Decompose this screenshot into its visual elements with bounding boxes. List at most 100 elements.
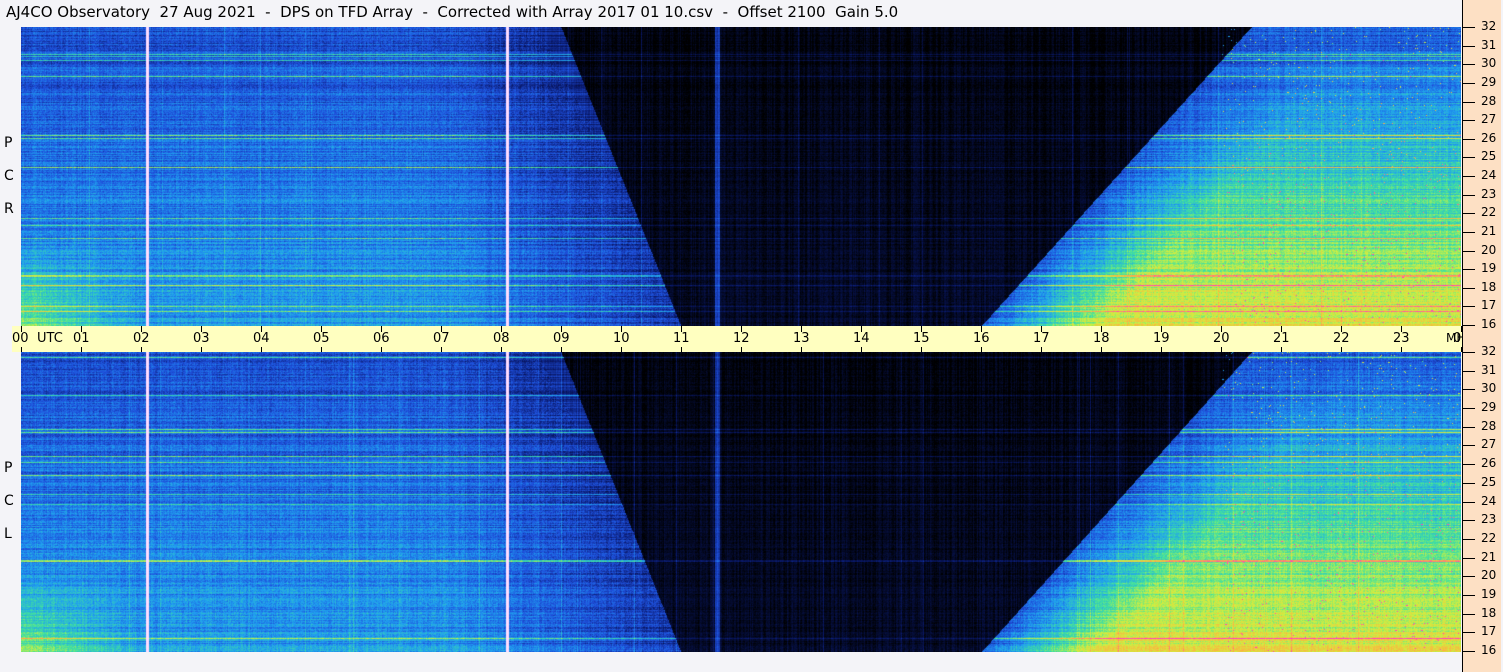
x-tick-mark <box>861 347 862 352</box>
y-tick-mark <box>1463 370 1475 372</box>
x-tick-mark <box>1221 347 1222 352</box>
y-tick-label: 28 <box>1481 93 1497 108</box>
y-tick-label: 27 <box>1481 112 1497 127</box>
y-tick-mark <box>1463 632 1475 634</box>
x-tick-mark <box>801 347 802 352</box>
y-tick-label: 26 <box>1481 130 1497 145</box>
y-tick-label: 26 <box>1481 456 1497 471</box>
y-tick-label: 25 <box>1481 474 1497 489</box>
y-tick-mark <box>1463 576 1475 578</box>
y-tick-label: 30 <box>1481 56 1497 71</box>
chart-title: AJ4CO Observatory 27 Aug 2021 - DPS on T… <box>6 3 899 21</box>
y-tick-mark <box>1463 120 1475 122</box>
y-tick-mark <box>1463 157 1475 159</box>
x-tick-label: 13 <box>793 331 810 346</box>
y-tick-mark <box>1463 176 1475 177</box>
x-tick-mark <box>441 347 442 352</box>
x-tick-label: 08 <box>493 331 510 346</box>
y-tick-label: 30 <box>1481 381 1497 396</box>
x-tick-mark <box>501 347 502 352</box>
y-tick-mark <box>1463 325 1475 326</box>
y-tick-label: 22 <box>1481 530 1497 545</box>
y-tick-mark <box>1463 250 1475 252</box>
y-tick-mark <box>1463 138 1475 140</box>
x-tick-mark <box>981 347 982 352</box>
y-tick-mark <box>1463 352 1475 353</box>
x-tick-mark <box>1401 347 1402 352</box>
y-tick-mark <box>1463 27 1475 28</box>
rcp-spectrogram <box>21 27 1461 326</box>
x-tick-label: 16 <box>973 331 990 346</box>
x-tick-label: 15 <box>913 331 930 346</box>
x-tick-mark <box>21 347 22 352</box>
rcp-heatmap <box>21 27 1461 326</box>
x-tick-mark <box>321 347 322 352</box>
lcp-label-3: L <box>4 526 12 542</box>
y-tick-label: 20 <box>1481 568 1497 583</box>
y-tick-label: 21 <box>1481 223 1497 238</box>
x-tick-label: 09 <box>553 331 570 346</box>
x-tick-label: 18 <box>1093 331 1110 346</box>
y-tick-mark <box>1463 64 1475 66</box>
y-tick-label: 27 <box>1481 437 1497 452</box>
y-tick-label: 22 <box>1481 205 1497 220</box>
x-tick-mark <box>561 347 562 352</box>
y-tick-mark <box>1463 501 1475 503</box>
y-tick-label: 24 <box>1481 168 1497 182</box>
y-tick-mark <box>1463 82 1475 84</box>
y-tick-label: 23 <box>1481 186 1497 201</box>
x-tick-mark <box>921 347 922 352</box>
y-tick-label: 17 <box>1481 624 1497 639</box>
lcp-label-2: C <box>4 493 14 509</box>
x-tick-mark <box>1341 347 1342 352</box>
y-tick-label: 32 <box>1481 19 1497 33</box>
y-tick-label: 31 <box>1481 37 1497 52</box>
y-tick-mark <box>1463 213 1475 215</box>
x-tick-label: 12 <box>733 331 750 346</box>
rcp-label-2: C <box>4 168 14 184</box>
y-tick-label: 19 <box>1481 261 1497 276</box>
y-tick-mark <box>1463 464 1475 466</box>
x-tick-mark <box>261 347 262 352</box>
x-tick-mark <box>1281 347 1282 352</box>
y-tick-mark <box>1463 557 1475 559</box>
y-tick-mark <box>1463 426 1475 428</box>
y-tick-label: 17 <box>1481 298 1497 313</box>
x-tick-label: 01 <box>73 331 90 346</box>
y-tick-label: 24 <box>1481 493 1497 508</box>
x-tick-label: 22 <box>1333 331 1350 346</box>
y-tick-mark <box>1463 445 1475 447</box>
x-tick-mark <box>741 347 742 352</box>
y-tick-mark <box>1463 306 1475 308</box>
y-tick-label: 32 <box>1481 344 1497 358</box>
x-tick-label: 19 <box>1153 331 1170 346</box>
y-tick-mark <box>1463 538 1475 540</box>
lcp-spectrogram <box>21 352 1461 652</box>
y-tick-label: 20 <box>1481 242 1497 257</box>
x-tick-label: 03 <box>193 331 210 346</box>
y-tick-mark <box>1463 651 1475 652</box>
y-tick-mark <box>1463 613 1475 615</box>
y-tick-mark <box>1463 594 1475 596</box>
y-tick-mark <box>1463 194 1475 196</box>
y-tick-label: 29 <box>1481 74 1497 89</box>
x-tick-label: 17 <box>1033 331 1050 346</box>
x-tick-mark <box>81 347 82 352</box>
x-tick-label: 02 <box>133 331 150 346</box>
x-tick-label: 21 <box>1273 331 1290 346</box>
y-tick-label: 21 <box>1481 549 1497 564</box>
y-tick-mark <box>1463 231 1475 233</box>
lcp-heatmap <box>21 352 1461 652</box>
y-tick-mark <box>1463 389 1475 391</box>
y-tick-label: 19 <box>1481 586 1497 601</box>
x-tick-label: 00 <box>12 331 29 346</box>
y-tick-label: 29 <box>1481 400 1497 415</box>
x-tick-mark <box>1161 347 1162 352</box>
x-tick-mark <box>621 347 622 352</box>
y-tick-label: 28 <box>1481 418 1497 433</box>
y-tick-label: 25 <box>1481 149 1497 164</box>
x-tick-mark <box>681 347 682 352</box>
rcp-label-3: R <box>4 201 14 217</box>
x-tick-label: 20 <box>1213 331 1230 346</box>
y-tick-mark <box>1463 101 1475 103</box>
